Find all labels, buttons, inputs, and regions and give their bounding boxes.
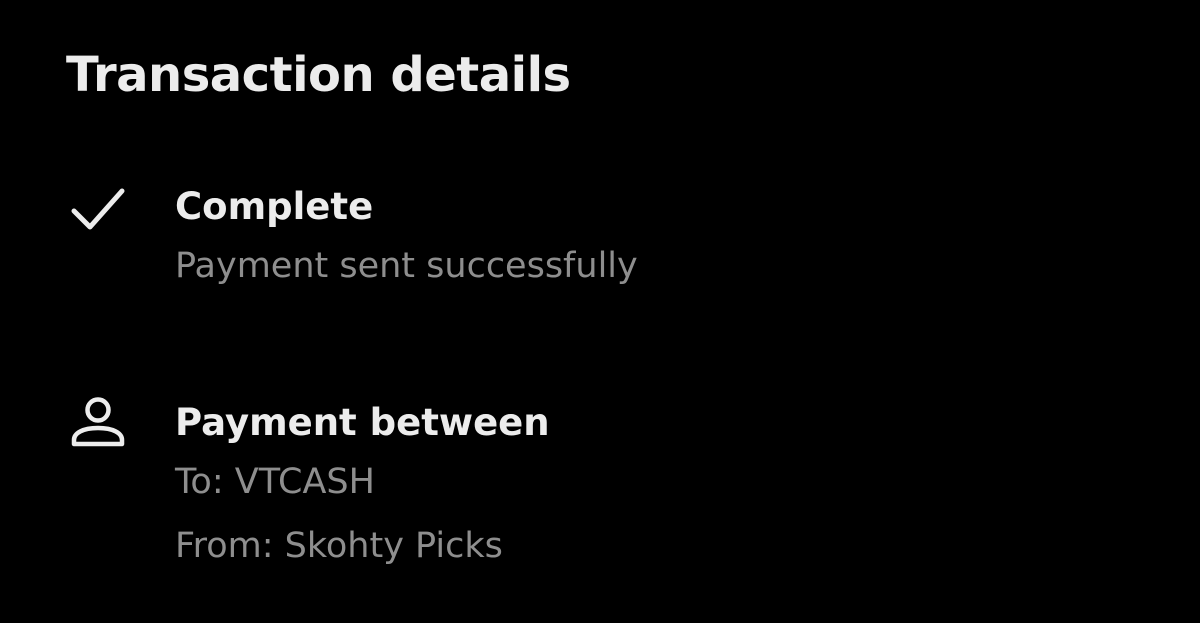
page-title: Transaction details xyxy=(66,47,571,103)
recipient-text: To: VTCASH xyxy=(175,462,375,502)
sender-text: From: Skohty Picks xyxy=(175,526,503,566)
status-text: Complete Payment sent successfully xyxy=(175,180,638,298)
parties-label: Payment between xyxy=(175,401,550,444)
status-description: Payment sent successfully xyxy=(175,246,638,286)
person-icon xyxy=(70,396,126,452)
status-label: Complete xyxy=(175,185,374,228)
parties-text: Payment between To: VTCASH From: Skohty … xyxy=(175,396,550,578)
checkmark-icon xyxy=(70,184,126,240)
